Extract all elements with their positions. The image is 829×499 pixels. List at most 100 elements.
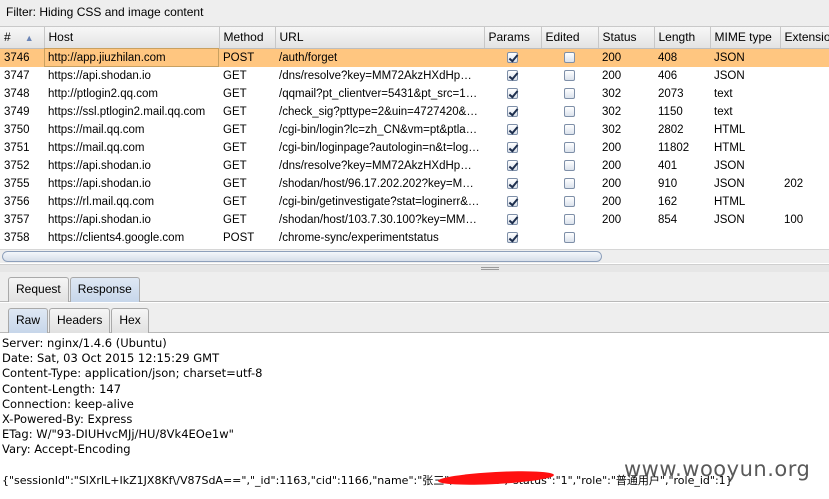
edited-checkbox[interactable]: [564, 51, 575, 63]
column-header-status[interactable]: Status: [598, 27, 655, 49]
pane-splitter[interactable]: [0, 264, 829, 272]
cell-number: 3758: [4, 231, 30, 244]
cell-host: https://api.shodan.io: [48, 69, 151, 82]
tab-headers[interactable]: Headers: [49, 308, 111, 333]
column-header-extension[interactable]: Extension: [780, 27, 829, 49]
cell-params: [484, 157, 541, 175]
edited-checkbox[interactable]: [564, 213, 575, 225]
cell-edited: [541, 67, 598, 85]
edited-checkbox[interactable]: [564, 141, 575, 153]
http-history-table[interactable]: # ▲ Host Method URL Params Edited Status …: [0, 27, 829, 264]
cell-length: 2073: [658, 87, 684, 100]
cell-number: 3755: [4, 177, 30, 190]
table-row[interactable]: 3748 http://ptlogin2.qq.com GET/qqmail?pt_…: [0, 85, 829, 103]
cell-length: 1150: [658, 105, 683, 118]
params-checkbox[interactable]: [507, 231, 518, 243]
cell-url: /cgi-bin/login?lc=zh_CN&vm=pt&ptlang=...: [279, 123, 484, 136]
table-row[interactable]: 3750 https://mail.qq.com GET/cgi-bin/login…: [0, 121, 829, 139]
cell-status: 200: [602, 213, 622, 226]
cell-extension: [780, 103, 829, 121]
response-raw-view[interactable]: Server: nginx/1.4.6 (Ubuntu) Date: Sat, …: [0, 333, 829, 499]
response-header-line: X-Powered-By: Express: [2, 411, 133, 426]
cell-host: https://api.shodan.io: [48, 159, 151, 172]
params-checkbox[interactable]: [507, 69, 518, 81]
cell-params: [484, 85, 541, 103]
edited-checkbox[interactable]: [564, 123, 575, 135]
edited-checkbox[interactable]: [564, 195, 575, 207]
params-checkbox[interactable]: [507, 105, 518, 117]
params-checkbox[interactable]: [507, 141, 518, 153]
table-row[interactable]: 3752 https://api.shodan.io GET/dns/resolve…: [0, 157, 829, 175]
cell-length: 854: [658, 213, 678, 226]
column-header-length[interactable]: Length: [654, 27, 711, 49]
edited-checkbox[interactable]: [564, 231, 575, 243]
cell-edited: [541, 121, 598, 139]
table-horizontal-scrollbar[interactable]: [0, 249, 829, 263]
column-header-edited[interactable]: Edited: [541, 27, 599, 49]
filter-bar[interactable]: Filter: Hiding CSS and image content: [0, 0, 829, 27]
params-checkbox[interactable]: [507, 51, 518, 63]
table-row[interactable]: 3757 https://api.shodan.io GET/shodan/host…: [0, 211, 829, 229]
tab-hex[interactable]: Hex: [111, 308, 149, 333]
edited-checkbox[interactable]: [564, 69, 575, 81]
cell-mime-type: JSON: [714, 177, 745, 190]
cell-mime-type: JSON: [714, 213, 745, 226]
column-header-number[interactable]: # ▲: [0, 27, 45, 49]
column-header-host[interactable]: Host: [44, 27, 220, 49]
params-checkbox[interactable]: [507, 195, 518, 207]
response-header-line: Server: nginx/1.4.6 (Ubuntu): [2, 336, 167, 350]
params-checkbox[interactable]: [507, 213, 518, 225]
cell-status: 302: [602, 123, 622, 136]
params-checkbox[interactable]: [507, 177, 518, 189]
cell-params: [484, 175, 541, 193]
cell-mime-type: JSON: [710, 48, 780, 67]
tab-raw[interactable]: Raw: [8, 308, 49, 333]
scrollbar-thumb[interactable]: [2, 251, 602, 262]
cell-length: 910: [658, 177, 678, 190]
sort-ascending-icon: ▲: [24, 33, 34, 44]
cell-number: 3750: [4, 123, 30, 136]
edited-checkbox[interactable]: [564, 105, 575, 117]
table-row[interactable]: 3751 https://mail.qq.com GET/cgi-bin/login…: [0, 139, 829, 157]
cell-mime-type: text: [714, 105, 733, 118]
cell-length: 406: [658, 69, 678, 82]
cell-method: GET: [223, 69, 247, 82]
table-row[interactable]: 3746 http://app.jiuzhilan.com POST/auth/fo…: [0, 48, 829, 67]
table-row[interactable]: 3749 https://ssl.ptlogin2.mail.qq.com GET /…: [0, 103, 829, 121]
column-header-method[interactable]: Method: [219, 27, 276, 49]
cell-method: POST: [219, 48, 275, 67]
table-row[interactable]: 3755 https://api.shodan.io GET/shodan/host…: [0, 175, 829, 193]
table-row[interactable]: 3756 https://rl.mail.qq.com GET/cgi-bin/ge…: [0, 193, 829, 211]
tab-response[interactable]: Response: [69, 277, 140, 302]
cell-status: 200: [598, 48, 654, 67]
column-header-mime-type[interactable]: MIME type: [710, 27, 781, 49]
cell-params: [484, 211, 541, 229]
cell-length: 2802: [658, 123, 684, 136]
column-header-params[interactable]: Params: [484, 27, 542, 49]
cell-host: https://api.shodan.io: [48, 177, 151, 190]
edited-checkbox[interactable]: [564, 177, 575, 189]
cell-number: 3746: [0, 48, 44, 67]
cell-extension: [780, 193, 829, 211]
edited-checkbox[interactable]: [564, 87, 575, 99]
cell-edited: [541, 211, 598, 229]
cell-extension: [780, 139, 829, 157]
cell-mime-type: JSON: [714, 159, 745, 172]
cell-number: 3757: [4, 213, 30, 226]
params-checkbox[interactable]: [507, 87, 518, 99]
cell-number: 3747: [4, 69, 30, 82]
cell-method: GET: [223, 177, 247, 190]
cell-status: 200: [602, 195, 622, 208]
cell-params: [484, 121, 541, 139]
params-checkbox[interactable]: [507, 159, 518, 171]
column-header-url[interactable]: URL: [275, 27, 485, 49]
table-row[interactable]: 3747 https://api.shodan.io GET/dns/resolve…: [0, 67, 829, 85]
params-checkbox[interactable]: [507, 123, 518, 135]
edited-checkbox[interactable]: [564, 159, 575, 171]
splitter-grip-icon[interactable]: [481, 267, 499, 270]
cell-mime-type: text: [714, 87, 733, 100]
tab-request[interactable]: Request: [8, 277, 69, 302]
cell-params: [484, 193, 541, 211]
table-row[interactable]: 3758 https://clients4.google.com POST/chro…: [0, 229, 829, 247]
cell-status: 302: [602, 87, 622, 100]
